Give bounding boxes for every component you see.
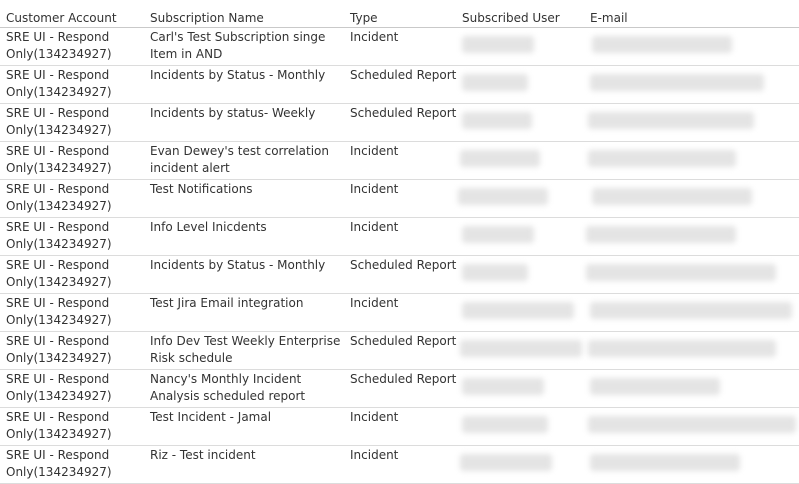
subscribed-user-redacted bbox=[462, 74, 528, 91]
grid-header: Customer Account Subscription Name Type … bbox=[0, 0, 799, 28]
type-cell: Scheduled Report bbox=[350, 258, 457, 272]
email-redacted bbox=[592, 188, 752, 205]
subscription-name-cell: Incidents by Status - Monthly bbox=[150, 68, 326, 82]
email-redacted bbox=[586, 226, 736, 243]
customer-account-cell: SRE UI - Respond Only(134234927) bbox=[6, 182, 112, 213]
email-redacted bbox=[590, 74, 764, 91]
subscribed-user-redacted bbox=[460, 150, 540, 167]
subscribed-user-redacted bbox=[462, 112, 532, 129]
column-header-subscribed-user[interactable]: Subscribed User bbox=[462, 11, 560, 25]
table-row[interactable]: SRE UI - Respond Only(134234927) Info Lev… bbox=[0, 218, 799, 256]
subscription-name-cell: Carl's Test Subscription singe Item in A… bbox=[150, 30, 326, 61]
subscribed-user-redacted bbox=[462, 416, 548, 433]
subscription-name-cell: Nancy's Monthly Incident Analysis schedu… bbox=[150, 372, 306, 403]
customer-account-cell: SRE UI - Respond Only(134234927) bbox=[6, 410, 112, 441]
subscribed-user-redacted bbox=[462, 36, 534, 53]
subscription-name-cell: Info Level Inicdents bbox=[150, 220, 267, 234]
subscribed-user-redacted bbox=[462, 378, 544, 395]
subscription-name-cell: Test Notifications bbox=[150, 182, 253, 196]
table-row[interactable]: SRE UI - Respond Only(134234927) Riz - Te… bbox=[0, 446, 799, 484]
type-cell: Incident bbox=[350, 144, 399, 158]
column-header-email[interactable]: E-mail bbox=[590, 11, 628, 25]
grid-body: SRE UI - Respond Only(134234927) Carl's T… bbox=[0, 28, 799, 484]
email-redacted bbox=[592, 36, 732, 53]
type-cell: Scheduled Report bbox=[350, 68, 457, 82]
subscription-name-cell: Riz - Test incident bbox=[150, 448, 256, 462]
table-row[interactable]: SRE UI - Respond Only(134234927) Incident… bbox=[0, 256, 799, 294]
table-row[interactable]: SRE UI - Respond Only(134234927) Carl's T… bbox=[0, 28, 799, 66]
column-header-subscription-name[interactable]: Subscription Name bbox=[150, 11, 264, 25]
customer-account-cell: SRE UI - Respond Only(134234927) bbox=[6, 106, 112, 137]
type-cell: Incident bbox=[350, 220, 399, 234]
column-header-customer-account[interactable]: Customer Account bbox=[6, 11, 117, 25]
table-row[interactable]: SRE UI - Respond Only(134234927) Nancy's … bbox=[0, 370, 799, 408]
type-cell: Incident bbox=[350, 296, 399, 310]
subscribed-user-redacted bbox=[462, 226, 534, 243]
email-redacted bbox=[586, 264, 776, 281]
table-row[interactable]: SRE UI - Respond Only(134234927) Info Dev… bbox=[0, 332, 799, 370]
customer-account-cell: SRE UI - Respond Only(134234927) bbox=[6, 296, 112, 327]
subscription-name-cell: Incidents by status- Weekly bbox=[150, 106, 316, 120]
email-redacted bbox=[590, 302, 792, 319]
type-cell: Incident bbox=[350, 30, 399, 44]
customer-account-cell: SRE UI - Respond Only(134234927) bbox=[6, 258, 112, 289]
customer-account-cell: SRE UI - Respond Only(134234927) bbox=[6, 334, 112, 365]
table-row[interactable]: SRE UI - Respond Only(134234927) Incident… bbox=[0, 104, 799, 142]
type-cell: Scheduled Report bbox=[350, 334, 457, 348]
subscription-name-cell: Test Incident - Jamal bbox=[150, 410, 272, 424]
subscription-name-cell: Incidents by Status - Monthly bbox=[150, 258, 326, 272]
customer-account-cell: SRE UI - Respond Only(134234927) bbox=[6, 144, 112, 175]
email-redacted bbox=[590, 378, 720, 395]
subscribed-user-redacted bbox=[460, 340, 582, 357]
column-header-type[interactable]: Type bbox=[350, 11, 378, 25]
table-row[interactable]: SRE UI - Respond Only(134234927) Test Not… bbox=[0, 180, 799, 218]
table-row[interactable]: SRE UI - Respond Only(134234927) Test Jir… bbox=[0, 294, 799, 332]
email-redacted bbox=[588, 112, 754, 129]
type-cell: Scheduled Report bbox=[350, 372, 457, 386]
customer-account-cell: SRE UI - Respond Only(134234927) bbox=[6, 448, 112, 479]
subscription-name-cell: Test Jira Email integration bbox=[150, 296, 304, 310]
customer-account-cell: SRE UI - Respond Only(134234927) bbox=[6, 372, 112, 403]
type-cell: Incident bbox=[350, 410, 399, 424]
email-redacted bbox=[588, 150, 736, 167]
subscription-name-cell: Evan Dewey's test correlation incident a… bbox=[150, 144, 329, 175]
customer-account-cell: SRE UI - Respond Only(134234927) bbox=[6, 30, 112, 61]
type-cell: Incident bbox=[350, 448, 399, 462]
email-redacted bbox=[588, 416, 796, 433]
subscription-name-cell: Info Dev Test Weekly Enterprise Risk sch… bbox=[150, 334, 341, 365]
subscribed-user-redacted bbox=[458, 188, 548, 205]
subscribed-user-redacted bbox=[462, 302, 574, 319]
subscribed-user-redacted bbox=[462, 264, 528, 281]
table-row[interactable]: SRE UI - Respond Only(134234927) Test Inc… bbox=[0, 408, 799, 446]
type-cell: Scheduled Report bbox=[350, 106, 457, 120]
email-redacted bbox=[588, 340, 776, 357]
table-row[interactable]: SRE UI - Respond Only(134234927) Incident… bbox=[0, 66, 799, 104]
customer-account-cell: SRE UI - Respond Only(134234927) bbox=[6, 220, 112, 251]
email-redacted bbox=[590, 454, 740, 471]
customer-account-cell: SRE UI - Respond Only(134234927) bbox=[6, 68, 112, 99]
subscribed-user-redacted bbox=[460, 454, 552, 471]
type-cell: Incident bbox=[350, 182, 399, 196]
subscriptions-grid: Customer Account Subscription Name Type … bbox=[0, 0, 799, 484]
table-row[interactable]: SRE UI - Respond Only(134234927) Evan Dew… bbox=[0, 142, 799, 180]
